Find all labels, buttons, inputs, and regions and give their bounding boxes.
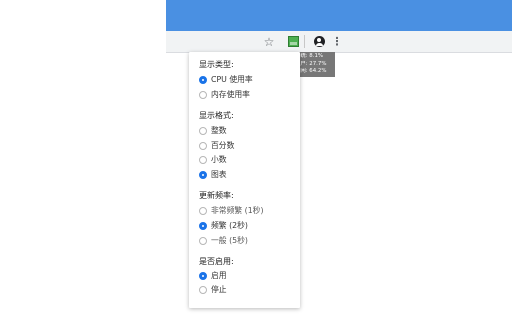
section-title-display-format: 显示格式: [199, 111, 234, 120]
radio-unchecked-icon[interactable] [199, 206, 207, 215]
radio-checked-icon[interactable] [199, 170, 207, 179]
radio-stop[interactable]: 停止 [199, 284, 227, 295]
radio-checked-icon[interactable] [199, 221, 207, 230]
extension-badge [287, 36, 299, 47]
radio-memory-usage[interactable]: 内存使用率 [199, 89, 250, 100]
option-label: 启用 [211, 271, 227, 280]
radio-unchecked-icon[interactable] [199, 141, 207, 150]
radio-chart[interactable]: 图表 [199, 169, 227, 180]
radio-frequent[interactable]: 频繁 (2秒) [199, 220, 248, 231]
extension-popup: 显示类型: CPU 使用率 内存使用率 显示格式: 整数 百分数 小数 图表 更… [189, 52, 300, 308]
radio-enable[interactable]: 启用 [199, 270, 227, 281]
option-label: 非常频繁 (1秒) [211, 206, 264, 215]
section-title-enabled: 是否启用: [199, 257, 234, 266]
option-label: 整数 [211, 126, 227, 135]
tooltip-line-system: 系统: 8.1% [295, 53, 324, 59]
section-title-display-type: 显示类型: [199, 60, 234, 69]
profile-icon[interactable] [311, 31, 327, 52]
radio-unchecked-icon[interactable] [199, 285, 207, 294]
option-label: 内存使用率 [211, 90, 250, 99]
option-label: 小数 [211, 155, 227, 164]
option-label: 频繁 (2秒) [211, 221, 248, 230]
browser-toolbar: ☆ ⋮ [166, 31, 512, 53]
avatar [313, 36, 325, 47]
radio-unchecked-icon[interactable] [199, 126, 207, 135]
option-label: CPU 使用率 [211, 75, 253, 84]
tooltip-line-idle: 空闲: 64.2% [295, 68, 327, 75]
radio-very-frequent[interactable]: 非常频繁 (1秒) [199, 205, 264, 216]
section-title-update-frequency: 更新频率: [199, 191, 234, 200]
option-label: 百分数 [211, 141, 235, 150]
radio-checked-icon[interactable] [199, 75, 207, 84]
radio-checked-icon[interactable] [199, 271, 207, 280]
star-icon[interactable]: ☆ [262, 31, 276, 52]
option-label: 一般 (5秒) [211, 236, 248, 245]
kebab-menu-icon[interactable]: ⋮ [332, 31, 343, 52]
radio-unchecked-icon[interactable] [199, 236, 207, 245]
radio-integer[interactable]: 整数 [199, 125, 227, 136]
radio-unchecked-icon[interactable] [199, 155, 207, 164]
option-label: 停止 [211, 285, 227, 294]
tooltip-line-user: 用户: 27.7% [295, 60, 327, 67]
radio-cpu-usage[interactable]: CPU 使用率 [199, 74, 253, 85]
radio-percentage[interactable]: 百分数 [199, 140, 234, 151]
chart-extension-icon[interactable] [285, 31, 301, 52]
radio-unchecked-icon[interactable] [199, 90, 207, 99]
option-label: 图表 [211, 170, 227, 179]
browser-titlebar [166, 0, 512, 31]
radio-normal[interactable]: 一般 (5秒) [199, 235, 248, 246]
toolbar-divider [304, 35, 305, 48]
radio-decimal[interactable]: 小数 [199, 154, 227, 165]
